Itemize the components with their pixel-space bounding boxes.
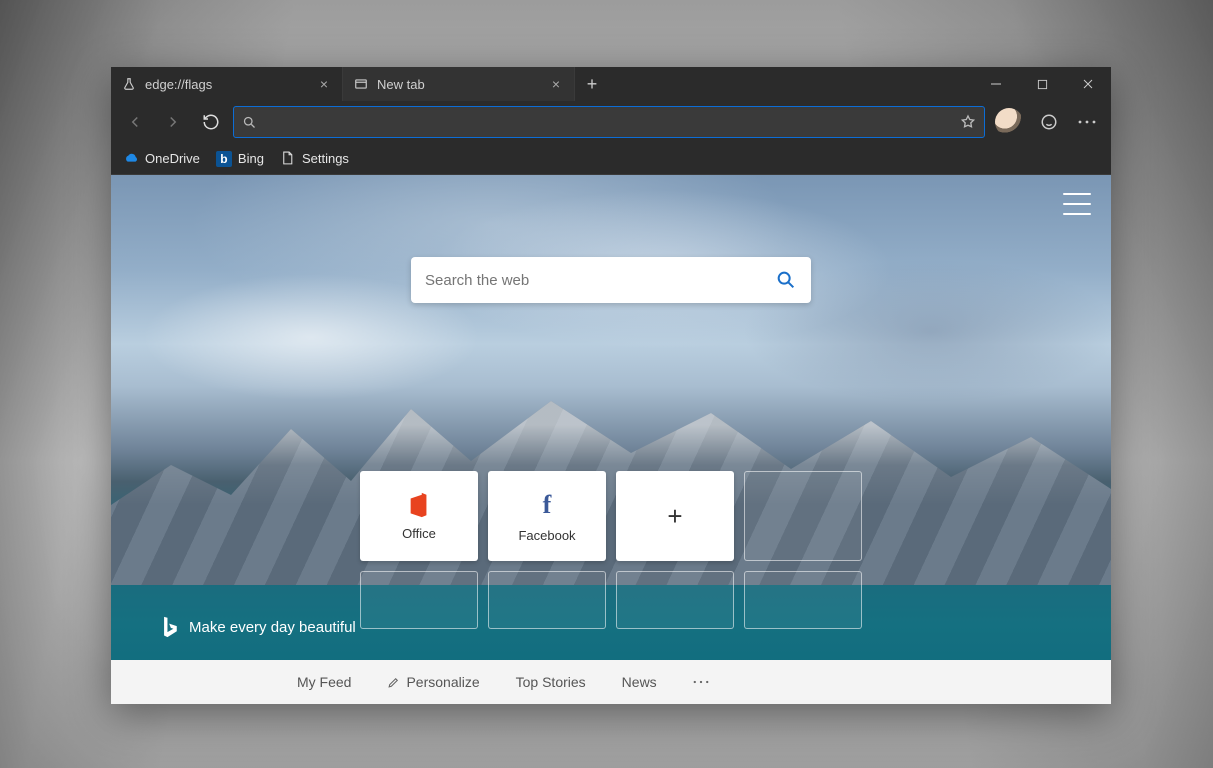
bing-icon: b <box>216 151 232 167</box>
tile-add[interactable]: + <box>616 471 734 561</box>
tile-placeholder <box>360 571 478 629</box>
toolbar <box>111 101 1111 143</box>
tile-office[interactable]: Office <box>360 471 478 561</box>
tab-title: New tab <box>377 77 540 92</box>
search-icon <box>242 115 257 130</box>
close-icon[interactable]: × <box>316 76 332 92</box>
minimize-button[interactable] <box>973 67 1019 101</box>
profile-avatar[interactable] <box>995 108 1023 136</box>
tab-newtab[interactable]: New tab × <box>343 67 575 101</box>
new-tab-button[interactable]: + <box>575 67 609 101</box>
feedback-icon[interactable] <box>1033 106 1065 138</box>
web-search-box[interactable] <box>411 257 811 303</box>
tile-label: Office <box>402 526 436 541</box>
favorite-settings[interactable]: Settings <box>280 151 349 167</box>
flask-icon <box>121 76 137 92</box>
feed-my-feed[interactable]: My Feed <box>297 674 351 690</box>
web-search-input[interactable] <box>425 272 775 289</box>
favorite-label: Settings <box>302 151 349 166</box>
favorite-label: OneDrive <box>145 151 200 166</box>
bing-tagline-text: Make every day beautiful <box>189 619 356 636</box>
feed-label: News <box>622 674 657 690</box>
tile-label: Facebook <box>518 528 575 543</box>
feed-top-stories[interactable]: Top Stories <box>516 674 586 690</box>
facebook-icon: f <box>543 490 552 520</box>
feed-bar: My Feed Personalize Top Stories News <box>111 660 1111 704</box>
feed-label: Top Stories <box>516 674 586 690</box>
pencil-icon <box>387 676 400 689</box>
close-window-button[interactable] <box>1065 67 1111 101</box>
favorite-label: Bing <box>238 151 264 166</box>
browser-window: edge://flags × New tab × + <box>111 67 1111 704</box>
feed-news[interactable]: News <box>622 674 657 690</box>
back-button[interactable] <box>119 106 151 138</box>
onedrive-icon <box>123 151 139 167</box>
sky-decoration <box>111 175 1111 445</box>
favorites-bar: OneDrive b Bing Settings <box>111 143 1111 175</box>
tile-facebook[interactable]: f Facebook <box>488 471 606 561</box>
tile-placeholder <box>616 571 734 629</box>
favorite-onedrive[interactable]: OneDrive <box>123 151 200 167</box>
search-icon[interactable] <box>775 269 797 291</box>
tab-strip: edge://flags × New tab × + <box>111 67 1111 101</box>
feed-more-icon[interactable] <box>693 680 709 684</box>
feed-label: Personalize <box>406 674 479 690</box>
feed-label: My Feed <box>297 674 351 690</box>
newtab-icon <box>353 76 369 92</box>
office-icon <box>407 492 431 518</box>
top-sites: Office f Facebook + <box>231 471 991 629</box>
bing-tagline: Make every day beautiful <box>161 616 356 638</box>
refresh-button[interactable] <box>195 106 227 138</box>
plus-icon: + <box>667 501 682 532</box>
forward-button[interactable] <box>157 106 189 138</box>
close-icon[interactable]: × <box>548 76 564 92</box>
tab-flags[interactable]: edge://flags × <box>111 67 343 101</box>
page-icon <box>280 151 296 167</box>
tab-title: edge://flags <box>145 77 308 92</box>
maximize-button[interactable] <box>1019 67 1065 101</box>
tile-placeholder <box>744 571 862 629</box>
tile-placeholder <box>744 471 862 561</box>
address-input[interactable] <box>263 114 960 130</box>
tile-placeholder <box>488 571 606 629</box>
feed-personalize[interactable]: Personalize <box>387 674 479 690</box>
address-bar[interactable] <box>233 106 985 138</box>
window-controls <box>973 67 1111 101</box>
favorite-bing[interactable]: b Bing <box>216 151 264 167</box>
bing-logo-icon <box>161 616 179 638</box>
page-settings-button[interactable] <box>1063 193 1091 215</box>
newtab-content: Office f Facebook + <box>111 175 1111 704</box>
more-menu-icon[interactable] <box>1071 106 1103 138</box>
favorite-star-icon[interactable] <box>960 114 976 130</box>
